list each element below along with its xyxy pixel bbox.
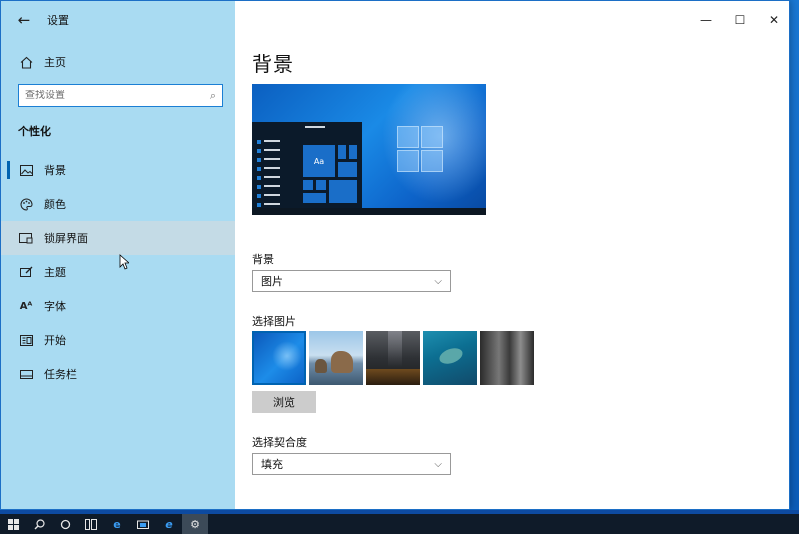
back-arrow-icon: ← <box>17 11 31 29</box>
background-dropdown-value: 图片 <box>261 275 283 288</box>
close-button[interactable]: ✕ <box>757 1 789 39</box>
settings-icon[interactable]: ⚙ <box>182 514 208 534</box>
browse-button[interactable]: 浏览 <box>252 391 316 413</box>
chevron-down-icon: ⌵ <box>434 275 442 287</box>
preview-start-lines <box>264 140 280 212</box>
store-icon[interactable] <box>130 514 156 534</box>
choose-picture-label: 选择图片 <box>252 315 296 328</box>
preview-start-menu: Aa <box>252 122 362 208</box>
sidebar-item-label: 开始 <box>44 334 66 347</box>
taskbar: e e ⚙ <box>0 514 799 534</box>
sidebar-item-label: 主页 <box>44 56 66 69</box>
sidebar: ← 设置 主页 ⌕ 个性化 背景 <box>1 1 235 509</box>
edge-icon[interactable]: e <box>104 514 130 534</box>
sidebar-item-label: 字体 <box>44 300 66 313</box>
sidebar-item-label: 颜色 <box>44 198 66 211</box>
picture-icon <box>18 162 34 178</box>
titlebar-left: ← 设置 <box>1 1 235 39</box>
close-icon: ✕ <box>768 13 780 27</box>
app-title: 设置 <box>47 14 69 27</box>
page-title: 背景 <box>252 52 294 76</box>
picture-thumbnail[interactable] <box>252 331 306 385</box>
sidebar-item-label: 主题 <box>44 266 66 279</box>
font-icon: Aᴬ <box>19 300 33 312</box>
nav-list: 背景 颜色 锁屏界面 主题 Aᴬ 字体 开始 任务栏 <box>1 153 235 391</box>
brush-icon <box>18 264 34 280</box>
sidebar-item-lock-screen[interactable]: 锁屏界面 <box>1 221 235 255</box>
preview-start-list <box>257 140 261 212</box>
sidebar-item-start[interactable]: 开始 <box>1 323 235 357</box>
preview-top-line <box>305 126 325 128</box>
sidebar-item-home[interactable]: 主页 <box>1 48 235 76</box>
sidebar-item-fonts[interactable]: Aᴬ 字体 <box>1 289 235 323</box>
taskbar-icon <box>18 366 34 382</box>
settings-window: ← 设置 主页 ⌕ 个性化 背景 <box>0 0 790 510</box>
picture-thumbnails <box>252 331 534 385</box>
picture-thumbnail[interactable] <box>480 331 534 385</box>
picture-thumbnail[interactable] <box>423 331 477 385</box>
start-icon <box>18 332 34 348</box>
cortana-icon[interactable] <box>52 514 78 534</box>
lock-screen-icon <box>18 230 34 246</box>
sidebar-item-background[interactable]: 背景 <box>1 153 235 187</box>
ie-icon[interactable]: e <box>156 514 182 534</box>
picture-thumbnail[interactable] <box>366 331 420 385</box>
picture-thumbnail[interactable] <box>309 331 363 385</box>
minimize-button[interactable]: — <box>689 1 723 39</box>
fit-dropdown[interactable]: 填充 ⌵ <box>252 453 451 475</box>
sidebar-item-label: 任务栏 <box>44 368 77 381</box>
sidebar-item-themes[interactable]: 主题 <box>1 255 235 289</box>
sidebar-item-colors[interactable]: 颜色 <box>1 187 235 221</box>
chevron-down-icon: ⌵ <box>434 458 442 470</box>
window-controls: — ☐ ✕ <box>689 1 789 39</box>
section-title: 个性化 <box>18 125 51 138</box>
background-label: 背景 <box>252 253 274 266</box>
background-dropdown[interactable]: 图片 ⌵ <box>252 270 451 292</box>
sidebar-item-label: 锁屏界面 <box>44 232 88 245</box>
minimize-icon: — <box>700 13 712 27</box>
fit-dropdown-value: 填充 <box>261 458 283 471</box>
maximize-button[interactable]: ☐ <box>723 1 757 39</box>
palette-icon <box>18 196 34 212</box>
search-icon[interactable]: ⌕ <box>210 89 216 103</box>
windows-start-icon[interactable] <box>0 514 26 534</box>
back-button[interactable]: ← <box>1 1 47 39</box>
home-icon <box>18 54 34 70</box>
preview-windows-logo <box>397 126 445 174</box>
task-view-icon[interactable] <box>78 514 104 534</box>
search-box[interactable]: ⌕ <box>18 84 223 107</box>
sidebar-item-taskbar[interactable]: 任务栏 <box>1 357 235 391</box>
preview-tiles: Aa <box>302 138 362 208</box>
mouse-cursor-icon <box>119 254 129 270</box>
main-content: — ☐ ✕ 背景 Aa 背景 图片 ⌵ 选择图片 浏览 选择契合度 填充 ⌵ <box>235 1 789 509</box>
background-preview: Aa <box>252 84 486 215</box>
search-icon[interactable] <box>26 514 52 534</box>
preview-sample-text: Aa <box>302 144 336 178</box>
preview-taskbar <box>252 208 486 215</box>
sidebar-item-label: 背景 <box>44 164 66 177</box>
search-input[interactable] <box>25 90 210 101</box>
maximize-icon: ☐ <box>734 13 746 27</box>
fit-label: 选择契合度 <box>252 436 307 449</box>
